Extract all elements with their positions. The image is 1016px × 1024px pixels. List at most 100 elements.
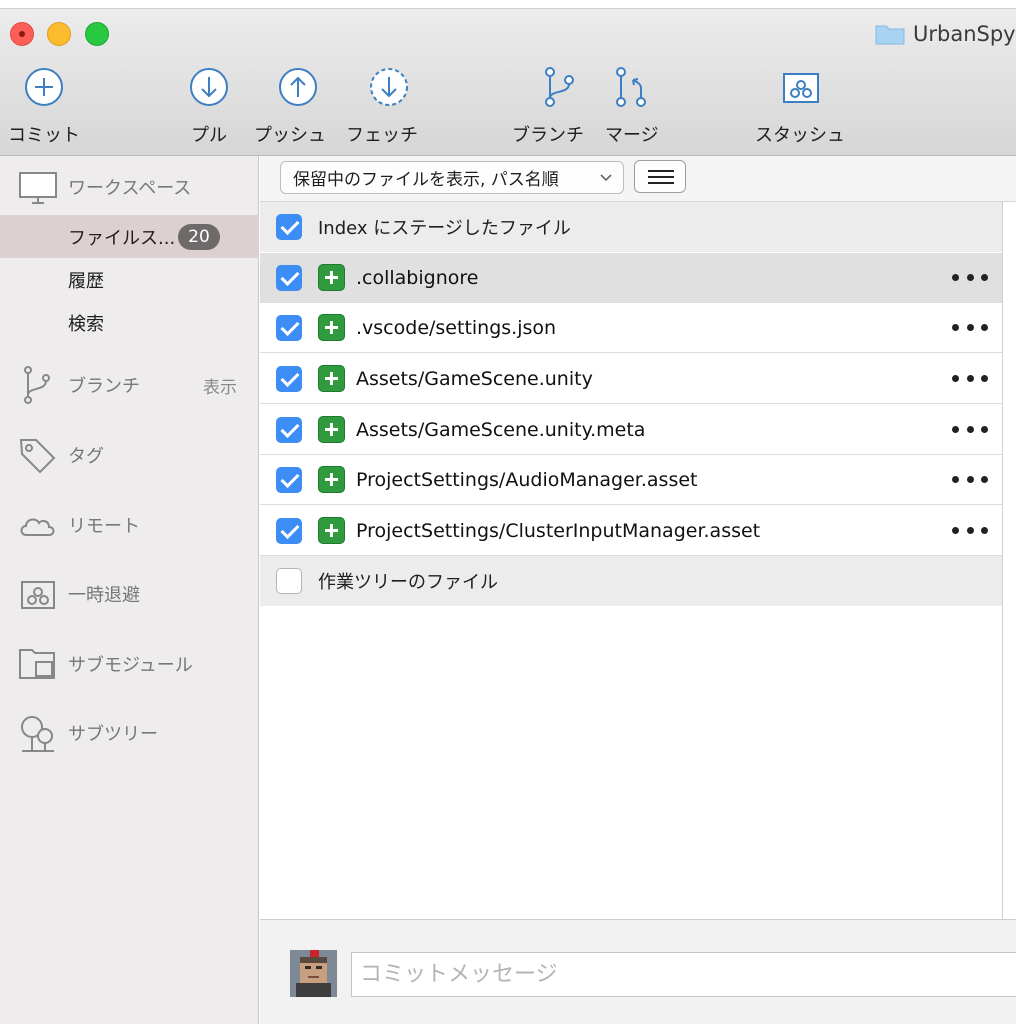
file-name: .vscode/settings.json — [356, 316, 557, 339]
cloud-icon — [20, 518, 55, 536]
unstaged-files-header-label: 作業ツリーのファイル — [318, 572, 498, 593]
sidebar-section-stashes[interactable]: 一時退避 — [0, 567, 259, 621]
stash-label: スタッシュ — [755, 125, 845, 146]
window-zoom-button[interactable] — [85, 22, 109, 46]
file-status-count-badge: 20 — [178, 224, 220, 250]
sidebar-section-workspace[interactable]: ワークスペース — [0, 160, 259, 214]
filter-bar: 保留中のファイルを表示, パス名順 — [260, 156, 1016, 202]
file-list: Index にステージしたファイル .collabignore .vscode/… — [260, 202, 1003, 919]
file-name: .collabignore — [356, 266, 479, 289]
file-checkbox[interactable] — [276, 466, 302, 493]
chevron-down-icon — [600, 174, 612, 182]
sidebar-workspace-label: ワークスペース — [68, 178, 192, 199]
toolbar: UrbanSpy コミット プル プッシュ フェッチ ブランチ マージ スタッシ… — [0, 8, 1016, 156]
push-icon — [279, 68, 317, 106]
file-row[interactable]: Assets/GameScene.unity — [260, 354, 1002, 404]
pull-label: プル — [191, 125, 227, 146]
window-title: UrbanSpy — [875, 19, 1016, 49]
branch-label: ブランチ — [512, 125, 584, 146]
staged-files-header[interactable]: Index にステージしたファイル — [260, 202, 1002, 252]
merge-icon — [615, 67, 646, 107]
diff-pane-edge — [1003, 202, 1016, 919]
pull-button[interactable]: プル — [187, 65, 231, 147]
unstaged-files-header[interactable]: 作業ツリーのファイル — [260, 556, 1002, 606]
staged-header-checkbox[interactable] — [276, 214, 302, 240]
window-minimize-button[interactable] — [47, 22, 71, 46]
file-row[interactable]: ProjectSettings/ClusterInputManager.asse… — [260, 506, 1002, 556]
stash-icon — [21, 581, 55, 609]
sidebar-remotes-label: リモート — [68, 516, 140, 537]
window-title-text: UrbanSpy — [913, 22, 1016, 46]
folder-icon — [875, 25, 905, 45]
list-icon-line — [648, 170, 674, 172]
file-row[interactable]: .vscode/settings.json — [260, 303, 1002, 353]
branch-button[interactable]: ブランチ — [512, 65, 584, 147]
list-icon-line — [648, 182, 674, 184]
file-checkbox[interactable] — [276, 314, 302, 341]
user-avatar — [290, 950, 337, 997]
commit-icon — [25, 68, 63, 106]
commit-area — [260, 919, 1016, 1024]
fetch-label: フェッチ — [346, 125, 418, 146]
file-row[interactable]: .collabignore — [260, 253, 1002, 303]
fetch-icon — [370, 68, 408, 106]
list-view-button[interactable] — [634, 160, 686, 193]
sidebar-section-submodules[interactable]: サブモジュール — [0, 637, 259, 691]
added-status-icon — [318, 314, 345, 341]
sidebar-submodules-label: サブモジュール — [68, 655, 193, 676]
unstaged-header-checkbox[interactable] — [276, 568, 302, 594]
sidebar-section-remotes[interactable]: リモート — [0, 498, 259, 552]
sidebar-section-branches[interactable]: ブランチ 表示 — [0, 358, 259, 412]
fetch-button[interactable]: フェッチ — [346, 65, 418, 147]
sidebar-item-history-label: 履歴 — [68, 270, 104, 292]
commit-message-input[interactable] — [351, 952, 1016, 997]
file-checkbox[interactable] — [276, 416, 302, 443]
monitor-icon — [19, 172, 57, 204]
trees-icon — [21, 716, 54, 752]
sidebar-section-tags[interactable]: タグ — [0, 428, 259, 482]
branch-icon — [24, 366, 50, 404]
sidebar-item-search[interactable]: 検索 — [0, 301, 259, 344]
sidebar-stashes-label: 一時退避 — [68, 585, 140, 606]
window-close-button[interactable] — [10, 22, 34, 46]
sidebar-tags-label: タグ — [68, 446, 104, 467]
added-status-icon — [318, 466, 345, 493]
sidebar-item-file-status-label: ファイルス... — [68, 227, 176, 249]
more-options-icon[interactable] — [952, 369, 988, 389]
branch-icon — [545, 67, 574, 107]
file-name: ProjectSettings/ClusterInputManager.asse… — [356, 519, 761, 542]
file-filter-dropdown[interactable]: 保留中のファイルを表示, パス名順 — [280, 161, 624, 194]
added-status-icon — [318, 365, 345, 392]
sidebar-item-file-status[interactable]: ファイルス... 20 — [0, 215, 259, 258]
sidebar-item-search-label: 検索 — [68, 313, 104, 335]
list-icon-line — [648, 176, 674, 178]
merge-button[interactable]: マージ — [605, 65, 659, 147]
sidebar-branches-show-link[interactable]: 表示 — [203, 373, 237, 398]
main-panel: 保留中のファイルを表示, パス名順 Index にステージしたファイル .col… — [260, 156, 1016, 1024]
added-status-icon — [318, 264, 345, 291]
more-options-icon[interactable] — [952, 268, 988, 288]
submodule-icon — [19, 649, 55, 679]
stash-icon — [783, 73, 819, 103]
more-options-icon[interactable] — [952, 318, 988, 338]
sidebar: ワークスペース ファイルス... 20 履歴 検索 ブランチ 表示 タグ リモー… — [0, 156, 259, 1024]
file-row[interactable]: Assets/GameScene.unity.meta — [260, 405, 1002, 455]
push-button[interactable]: プッシュ — [254, 65, 326, 147]
file-row[interactable]: ProjectSettings/AudioManager.asset — [260, 455, 1002, 505]
sidebar-item-history[interactable]: 履歴 — [0, 258, 259, 301]
more-options-icon[interactable] — [952, 420, 988, 440]
added-status-icon — [318, 416, 345, 443]
sidebar-section-subtrees[interactable]: サブツリー — [0, 706, 259, 760]
stash-button[interactable]: スタッシュ — [755, 65, 845, 147]
file-filter-dropdown-label: 保留中のファイルを表示, パス名順 — [293, 170, 559, 190]
pull-icon — [190, 68, 228, 106]
more-options-icon[interactable] — [952, 521, 988, 541]
more-options-icon[interactable] — [952, 470, 988, 490]
merge-label: マージ — [605, 125, 659, 146]
file-checkbox[interactable] — [276, 517, 302, 544]
file-name: Assets/GameScene.unity — [356, 367, 593, 390]
file-checkbox[interactable] — [276, 365, 302, 392]
file-checkbox[interactable] — [276, 264, 302, 291]
tag-icon — [19, 439, 56, 474]
commit-button[interactable]: コミット — [8, 65, 80, 147]
